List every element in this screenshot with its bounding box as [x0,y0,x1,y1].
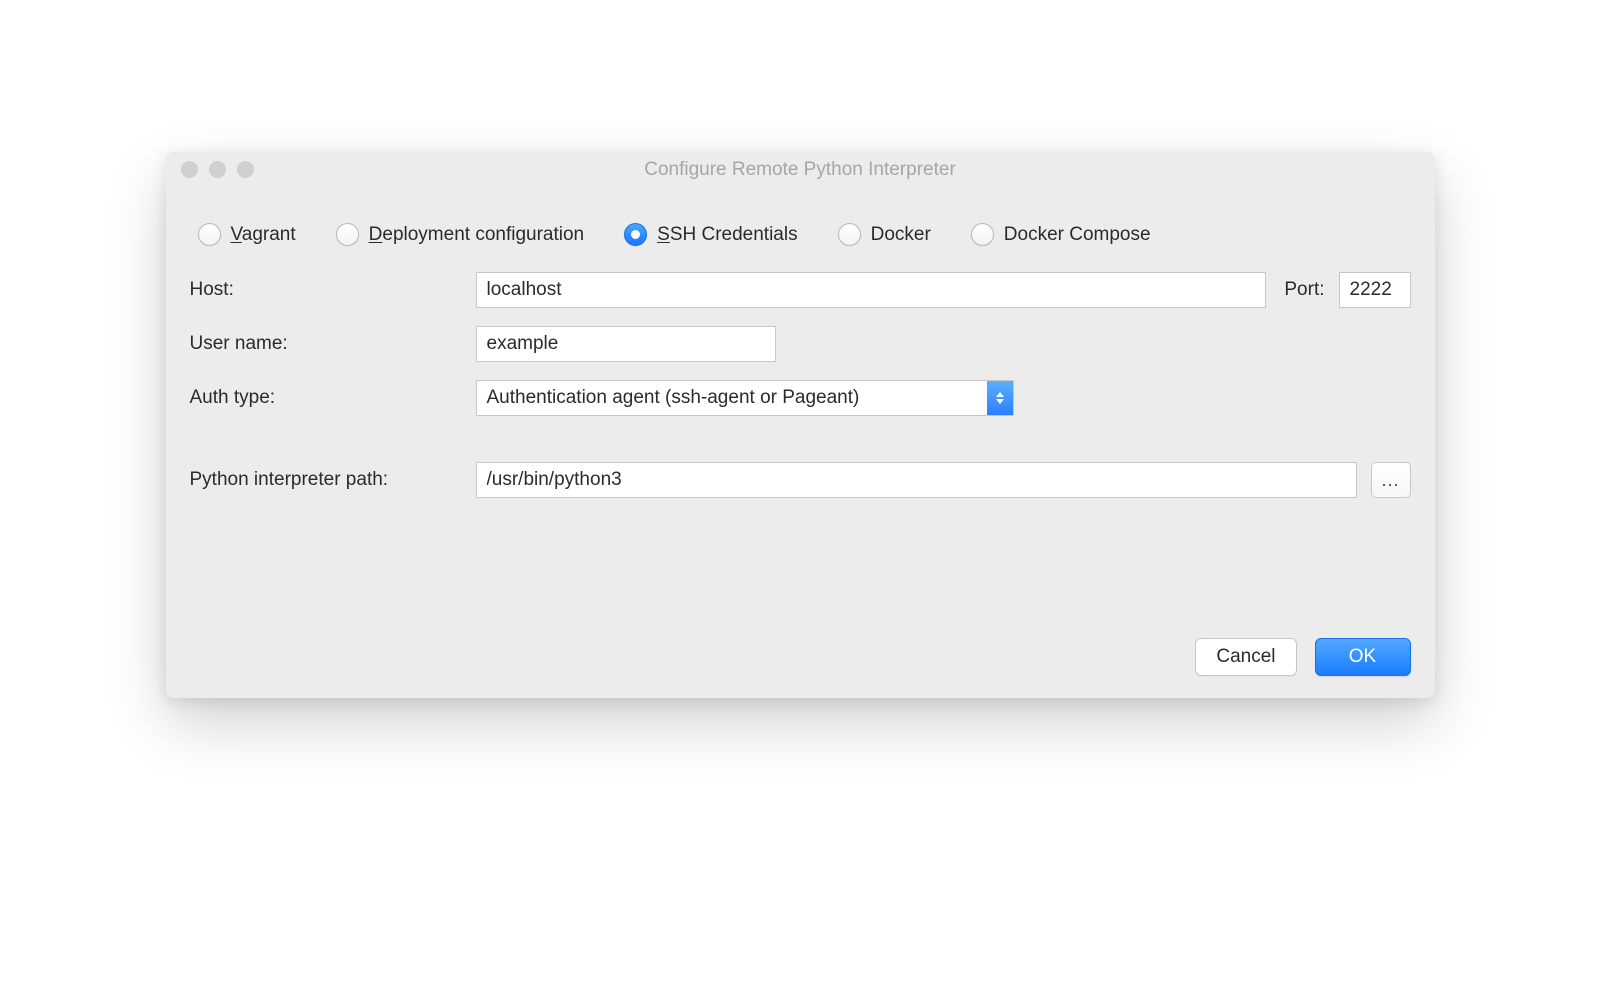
radio-icon [971,223,994,246]
dropdown-stepper-icon [987,381,1013,415]
username-label: User name: [190,333,476,355]
radio-icon [838,223,861,246]
cancel-button[interactable]: Cancel [1195,638,1296,676]
interpreter-type-radios: Vagrant Deployment configuration SSH Cre… [190,205,1411,272]
radio-label: Deployment configuration [369,224,584,246]
titlebar: Configure Remote Python Interpreter [166,152,1435,187]
radio-docker[interactable]: Docker [838,223,931,246]
dialog-title: Configure Remote Python Interpreter [166,159,1435,181]
radio-label: Docker Compose [1004,224,1151,246]
dialog-content: Vagrant Deployment configuration SSH Cre… [166,187,1435,698]
host-label: Host: [190,279,476,301]
ellipsis-icon: ... [1381,470,1399,491]
button-row: Cancel OK [190,498,1411,676]
port-input[interactable] [1339,272,1411,308]
interpreter-path-input[interactable] [476,462,1357,498]
interpreter-path-label: Python interpreter path: [190,469,476,491]
radio-label: Docker [871,224,931,246]
configure-remote-interpreter-dialog: Configure Remote Python Interpreter Vagr… [166,152,1435,698]
auth-type-value: Authentication agent (ssh-agent or Pagea… [477,381,987,415]
form-section: Host: Port: User name: Auth type: Authen… [190,272,1411,498]
radio-label: Vagrant [231,224,296,246]
minimize-window-icon[interactable] [209,161,226,178]
radio-inner-dot [631,230,640,239]
ok-button[interactable]: OK [1315,638,1411,676]
username-row [476,326,1411,362]
radio-label: SSH Credentials [657,224,797,246]
radio-deployment-configuration[interactable]: Deployment configuration [336,223,584,246]
interpreter-path-row: ... [476,462,1411,498]
radio-icon [336,223,359,246]
close-window-icon[interactable] [181,161,198,178]
spacer [190,434,1411,444]
auth-type-row: Authentication agent (ssh-agent or Pagea… [476,380,1411,416]
zoom-window-icon[interactable] [237,161,254,178]
radio-icon-selected [624,223,647,246]
chevron-down-icon [996,399,1004,404]
radio-docker-compose[interactable]: Docker Compose [971,223,1151,246]
window-controls [166,161,254,178]
auth-type-dropdown[interactable]: Authentication agent (ssh-agent or Pagea… [476,380,1014,416]
host-row: Port: [476,272,1411,308]
auth-type-label: Auth type: [190,387,476,409]
port-label: Port: [1284,279,1324,301]
radio-vagrant[interactable]: Vagrant [198,223,296,246]
radio-ssh-credentials[interactable]: SSH Credentials [624,223,797,246]
username-input[interactable] [476,326,776,362]
chevron-up-icon [996,392,1004,397]
host-input[interactable] [476,272,1267,308]
browse-button[interactable]: ... [1371,462,1411,498]
radio-icon [198,223,221,246]
